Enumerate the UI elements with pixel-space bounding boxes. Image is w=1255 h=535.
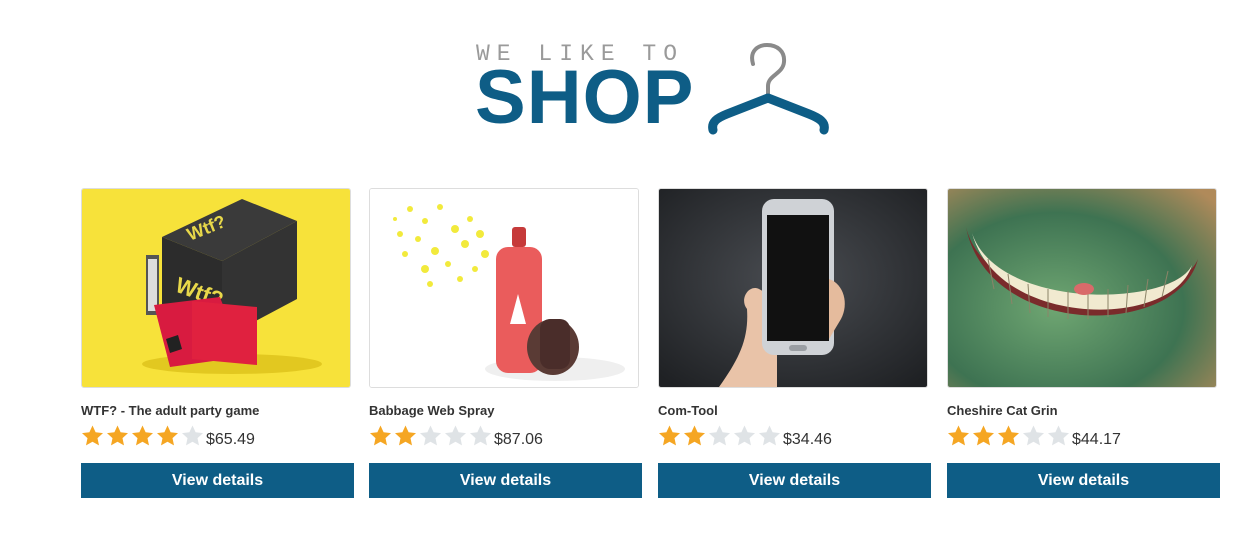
product-card: Babbage Web Spray $87.06 View details — [369, 188, 643, 500]
product-name[interactable]: Babbage Web Spray — [369, 403, 494, 418]
product-price: $87.06 — [494, 431, 543, 448]
star-filled-icon — [393, 424, 418, 448]
view-details-button[interactable]: View details — [658, 463, 931, 498]
star-filled-icon — [80, 424, 105, 448]
product-price: $65.49 — [206, 431, 255, 448]
hanger-icon — [708, 42, 829, 135]
view-details-button[interactable]: View details — [947, 463, 1220, 498]
product-name[interactable]: WTF? - The adult party game — [81, 403, 259, 418]
product-image[interactable] — [947, 188, 1217, 388]
logo-wordmark: SHOP — [475, 55, 695, 140]
product-price: $34.46 — [783, 431, 832, 448]
product-name[interactable]: Cheshire Cat Grin — [947, 403, 1058, 418]
star-empty-icon — [443, 424, 468, 448]
star-rating — [657, 424, 782, 448]
star-filled-icon — [971, 424, 996, 448]
star-empty-icon — [468, 424, 493, 448]
star-rating — [80, 424, 205, 448]
product-price: $44.17 — [1072, 431, 1121, 448]
star-empty-icon — [418, 424, 443, 448]
product-image[interactable]: Wtf? Wtf? — [81, 188, 351, 388]
star-rating — [946, 424, 1071, 448]
star-filled-icon — [130, 424, 155, 448]
star-empty-icon — [1021, 424, 1046, 448]
star-filled-icon — [105, 424, 130, 448]
product-card: Wtf? Wtf? WTF? - The adult party game $6… — [81, 188, 355, 500]
star-empty-icon — [180, 424, 205, 448]
view-details-button[interactable]: View details — [81, 463, 354, 498]
product-name[interactable]: Com-Tool — [658, 403, 718, 418]
star-filled-icon — [155, 424, 180, 448]
star-filled-icon — [682, 424, 707, 448]
star-empty-icon — [757, 424, 782, 448]
product-image[interactable] — [369, 188, 639, 388]
star-empty-icon — [1046, 424, 1071, 448]
star-rating — [368, 424, 493, 448]
product-card: Cheshire Cat Grin $44.17 View details — [947, 188, 1221, 500]
star-empty-icon — [707, 424, 732, 448]
star-filled-icon — [657, 424, 682, 448]
view-details-button[interactable]: View details — [369, 463, 642, 498]
star-empty-icon — [732, 424, 757, 448]
star-filled-icon — [368, 424, 393, 448]
product-card: Com-Tool $34.46 View details — [658, 188, 932, 500]
shop-logo[interactable]: WE LIKE TO SHOP — [475, 40, 835, 140]
product-image[interactable] — [658, 188, 928, 388]
star-filled-icon — [946, 424, 971, 448]
star-filled-icon — [996, 424, 1021, 448]
